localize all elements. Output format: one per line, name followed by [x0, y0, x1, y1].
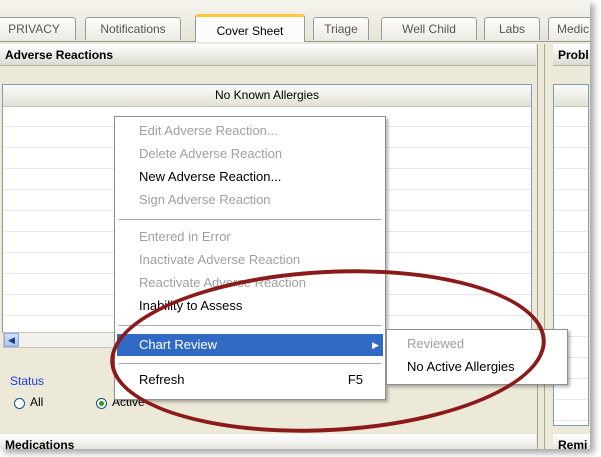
- adverse-reactions-header: Adverse Reactions: [0, 44, 536, 66]
- submenu-reviewed[interactable]: Reviewed: [389, 333, 565, 355]
- tab-cover-sheet[interactable]: Cover Sheet: [195, 14, 305, 42]
- menu-separator: [119, 325, 381, 326]
- menu-separator: [119, 363, 381, 364]
- submenu-arrow-icon: ▶: [372, 340, 379, 350]
- scroll-left-icon[interactable]: ◀: [4, 333, 19, 347]
- radio-all[interactable]: [14, 398, 25, 409]
- tab-notifications[interactable]: Notifications: [85, 17, 181, 40]
- status-group-label: Status: [10, 374, 45, 388]
- menu-chart-review-label: Chart Review: [139, 337, 218, 352]
- menu-reactivate-adverse-reaction[interactable]: Reactivate Adverse Reaction: [117, 272, 383, 294]
- menu-delete-adverse-reaction[interactable]: Delete Adverse Reaction: [117, 143, 383, 165]
- no-known-allergies-column-header[interactable]: No Known Allergies: [3, 85, 531, 107]
- menu-sign-adverse-reaction[interactable]: Sign Adverse Reaction: [117, 189, 383, 211]
- vertical-splitter[interactable]: [537, 44, 545, 449]
- tab-labs[interactable]: Labs: [484, 17, 540, 40]
- radio-all-label: All: [30, 395, 44, 409]
- radio-active[interactable]: [96, 398, 107, 409]
- medications-header: Medications: [0, 434, 536, 449]
- menu-inability-to-assess[interactable]: Inability to Assess: [117, 295, 383, 317]
- tab-strip: PRIVACY Notifications Cover Sheet Triage…: [0, 0, 590, 42]
- menu-new-adverse-reaction[interactable]: New Adverse Reaction...: [117, 166, 383, 188]
- menu-entered-in-error[interactable]: Entered in Error: [117, 226, 383, 248]
- menu-refresh-shortcut: F5: [347, 372, 363, 387]
- problems-header: Probl: [553, 44, 590, 66]
- menu-refresh-label: Refresh: [139, 372, 185, 387]
- problems-column-header: [554, 85, 588, 107]
- app-window: PRIVACY Notifications Cover Sheet Triage…: [0, 0, 590, 449]
- tab-medications[interactable]: Medic: [548, 17, 590, 40]
- menu-separator: [119, 219, 381, 220]
- chart-review-submenu: Reviewed No Active Allergies: [386, 329, 568, 385]
- reminders-header: Remi: [553, 434, 590, 449]
- menu-inactivate-adverse-reaction[interactable]: Inactivate Adverse Reaction: [117, 249, 383, 271]
- tab-privacy[interactable]: PRIVACY: [0, 17, 76, 40]
- adverse-reaction-context-menu: Edit Adverse Reaction... Delete Adverse …: [114, 116, 386, 400]
- menu-edit-adverse-reaction[interactable]: Edit Adverse Reaction...: [117, 120, 383, 142]
- tab-well-child[interactable]: Well Child: [381, 17, 477, 40]
- tab-triage[interactable]: Triage: [313, 17, 369, 40]
- submenu-no-active-allergies[interactable]: No Active Allergies: [389, 356, 565, 378]
- menu-refresh[interactable]: Refresh F5: [117, 369, 383, 391]
- menu-chart-review[interactable]: Chart Review ▶: [117, 334, 383, 356]
